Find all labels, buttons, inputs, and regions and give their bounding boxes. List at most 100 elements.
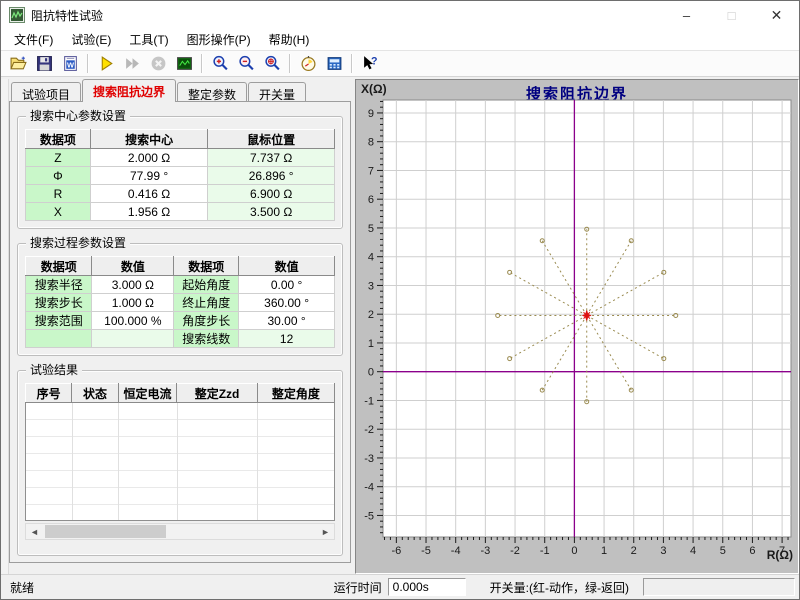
param-value[interactable]: 100.000 % xyxy=(92,312,174,330)
zoom-out-button[interactable] xyxy=(233,52,259,75)
menu-graph-ops[interactable]: 图形操作(P) xyxy=(178,29,260,50)
group-title: 试验结果 xyxy=(26,363,82,377)
col-header: 恒定电流 xyxy=(118,384,177,403)
svg-text:-1: -1 xyxy=(364,395,374,407)
data-item-cell: R xyxy=(26,185,91,203)
table-row: Φ 77.99 ° 26.896 ° xyxy=(26,167,335,185)
data-item-cell: 搜索半径 xyxy=(26,276,92,294)
menu-file[interactable]: 文件(F) xyxy=(5,29,62,50)
group-title: 搜索中心参数设置 xyxy=(26,109,130,123)
menu-tools[interactable]: 工具(T) xyxy=(120,29,177,50)
impedance-chart-panel[interactable]: 搜索阻抗边界 X(Ω) R(Ω) -6-5-4-3-2-101234567-5-… xyxy=(355,79,799,574)
column-divider xyxy=(177,403,178,520)
word-doc-icon: W xyxy=(62,55,79,72)
search-center-value[interactable]: 2.000 Ω xyxy=(90,149,207,167)
svg-text:1: 1 xyxy=(368,338,374,350)
svg-text:5: 5 xyxy=(720,545,726,557)
param-value[interactable]: 360.00 ° xyxy=(239,294,335,312)
scroll-left-arrow-icon[interactable]: ◄ xyxy=(26,524,43,539)
help-cursor-icon: ? xyxy=(362,55,379,72)
param-value[interactable]: 3.000 Ω xyxy=(92,276,174,294)
table-row: 搜索范围 100.000 % 角度步长 30.00 ° xyxy=(26,312,335,330)
search-center-value[interactable]: 77.99 ° xyxy=(90,167,207,185)
svg-text:-1: -1 xyxy=(540,545,550,557)
table-row: X 1.956 Ω 3.500 Ω xyxy=(26,203,335,221)
impedance-chart[interactable]: -6-5-4-3-2-101234567-5-4-3-2-10123456789 xyxy=(356,80,798,574)
close-button[interactable]: ✕ xyxy=(754,1,799,29)
data-item-cell: 搜索范围 xyxy=(26,312,92,330)
tab-test-items[interactable]: 试验项目 xyxy=(11,82,81,102)
monitor-icon xyxy=(176,55,193,72)
table-row: 搜索半径 3.000 Ω 起始角度 0.00 ° xyxy=(26,276,335,294)
svg-text:0: 0 xyxy=(571,545,577,557)
svg-text:3: 3 xyxy=(660,545,666,557)
export-word-button[interactable]: W xyxy=(57,52,83,75)
table-row: 搜索线数 12 xyxy=(26,330,335,348)
left-dock-strip xyxy=(1,79,9,574)
tab-strip: 试验项目 搜索阻抗边界 整定参数 开关量 xyxy=(9,79,351,102)
svg-text:-3: -3 xyxy=(364,453,374,465)
stop-test-button[interactable] xyxy=(145,52,171,75)
tab-switch-quantity[interactable]: 开关量 xyxy=(248,82,306,102)
minimize-button[interactable]: – xyxy=(664,1,709,29)
search-center-value[interactable]: 0.416 Ω xyxy=(90,185,207,203)
param-value[interactable]: 1.000 Ω xyxy=(92,294,174,312)
data-item-cell: 搜索步长 xyxy=(26,294,92,312)
switch-status-panel xyxy=(643,578,795,596)
tab-search-impedance-boundary[interactable]: 搜索阻抗边界 xyxy=(82,79,176,102)
col-header: 鼠标位置 xyxy=(208,130,335,149)
results-table-header: 序号 状态 恒定电流 整定Zzd 整定角度 xyxy=(25,383,335,403)
zoom-in-icon xyxy=(212,55,229,72)
data-item-cell xyxy=(26,330,92,348)
toolbar-separator xyxy=(351,54,353,73)
svg-text:-4: -4 xyxy=(364,482,374,494)
switch-status-label: 开关量:(红-动作，绿-返回) xyxy=(488,579,635,596)
save-button[interactable] xyxy=(31,52,57,75)
menu-help[interactable]: 帮助(H) xyxy=(260,29,319,50)
fast-forward-button[interactable] xyxy=(119,52,145,75)
scroll-right-arrow-icon[interactable]: ► xyxy=(317,524,334,539)
svg-text:9: 9 xyxy=(368,108,374,120)
svg-text:7: 7 xyxy=(368,165,374,177)
col-header: 整定Zzd xyxy=(177,384,257,403)
col-header: 序号 xyxy=(26,384,72,403)
maximize-button[interactable]: □ xyxy=(709,1,754,29)
timer-button[interactable] xyxy=(295,52,321,75)
scrollbar-track[interactable] xyxy=(43,524,317,539)
param-value[interactable]: 30.00 ° xyxy=(239,312,335,330)
results-table-body[interactable] xyxy=(25,403,335,521)
svg-text:4: 4 xyxy=(368,252,374,264)
start-test-button[interactable] xyxy=(93,52,119,75)
calculator-button[interactable] xyxy=(321,52,347,75)
param-value xyxy=(92,330,174,348)
column-divider xyxy=(72,403,73,520)
results-horizontal-scrollbar[interactable]: ◄ ► xyxy=(25,523,335,540)
svg-text:-3: -3 xyxy=(480,545,490,557)
titlebar[interactable]: 阻抗特性试验 – □ ✕ xyxy=(1,1,799,29)
svg-text:7: 7 xyxy=(779,545,785,557)
table-row: R 0.416 Ω 6.900 Ω xyxy=(26,185,335,203)
zoom-out-icon xyxy=(238,55,255,72)
svg-text:8: 8 xyxy=(368,137,374,149)
menu-test[interactable]: 试验(E) xyxy=(62,29,120,50)
context-help-button[interactable]: ? xyxy=(357,52,383,75)
display-graph-button[interactable] xyxy=(171,52,197,75)
zoom-reset-button[interactable] xyxy=(259,52,285,75)
search-center-value[interactable]: 1.956 Ω xyxy=(90,203,207,221)
open-button[interactable] xyxy=(5,52,31,75)
scrollbar-thumb[interactable] xyxy=(45,525,166,538)
search-center-table: 数据项 搜索中心 鼠标位置 Z 2.000 Ω 7.737 Ω Φ 77.99 … xyxy=(25,129,335,221)
fast-forward-icon xyxy=(124,55,141,72)
search-process-table: 数据项 数值 数据项 数值 搜索半径 3.000 Ω 起始角度 0.00 ° xyxy=(25,256,335,348)
mouse-position-value: 26.896 ° xyxy=(208,167,335,185)
svg-text:4: 4 xyxy=(690,545,696,557)
tab-setting-parameters[interactable]: 整定参数 xyxy=(177,82,247,102)
param-value[interactable]: 0.00 ° xyxy=(239,276,335,294)
data-item-cell: Z xyxy=(26,149,91,167)
zoom-in-button[interactable] xyxy=(207,52,233,75)
data-item-cell: 起始角度 xyxy=(174,276,239,294)
group-search-center-params: 搜索中心参数设置 数据项 搜索中心 鼠标位置 Z 2.000 Ω 7.737 Ω xyxy=(17,116,343,229)
table-row: Z 2.000 Ω 7.737 Ω xyxy=(26,149,335,167)
mouse-position-value: 7.737 Ω xyxy=(208,149,335,167)
main-area: 试验项目 搜索阻抗边界 整定参数 开关量 搜索中心参数设置 数据项 搜索中心 鼠… xyxy=(1,77,799,574)
